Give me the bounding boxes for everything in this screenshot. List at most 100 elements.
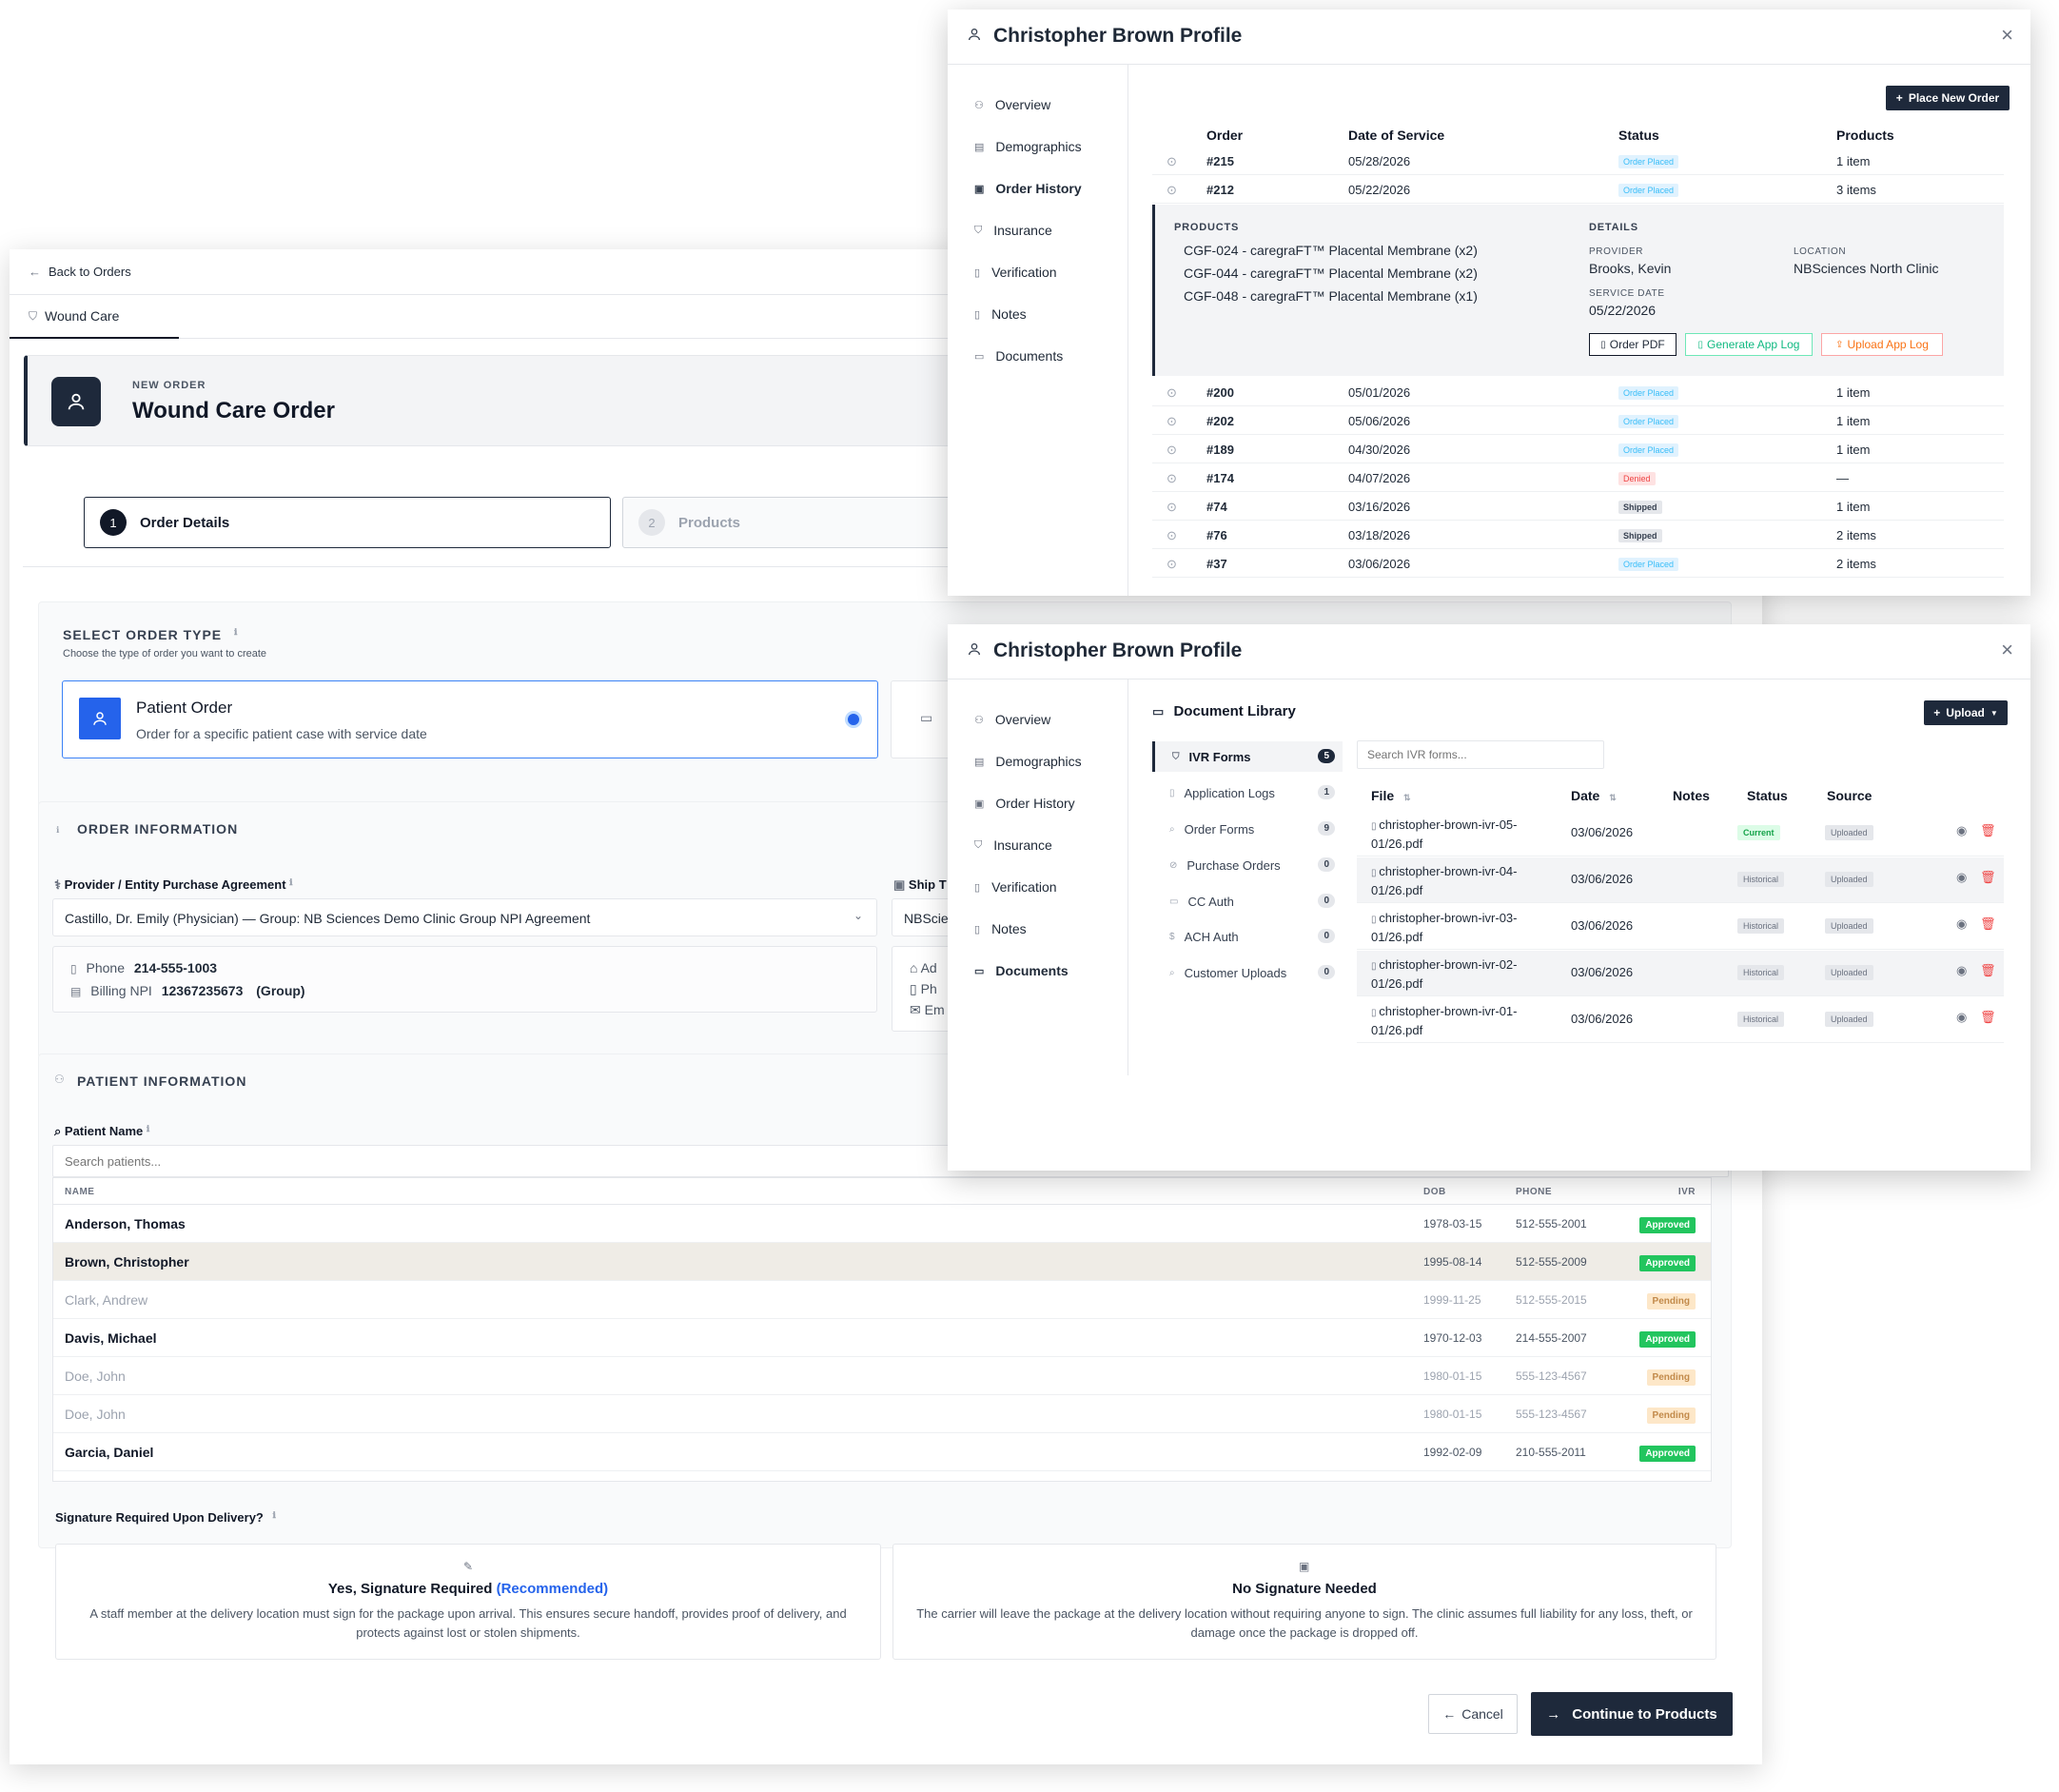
close-icon[interactable]: × xyxy=(2001,23,2013,48)
order-id: #215 xyxy=(1206,154,1234,168)
category-ach-auth[interactable]: $ ACH Auth 0 xyxy=(1152,921,1343,952)
expand-icon[interactable]: ⊙ xyxy=(1167,500,1177,515)
order-row[interactable]: ⊙ #202 05/06/2026 Order Placed 1 item xyxy=(1152,406,2004,435)
file-row[interactable]: ▯ christopher-brown-ivr-02-01/26.pdf 03/0… xyxy=(1357,951,2004,996)
nav-order-history[interactable]: ▣ Order History xyxy=(974,796,1075,811)
nav-insurance[interactable]: ⛉ Insurance xyxy=(974,837,1052,853)
order-row[interactable]: ⊙ #76 03/18/2026 Shipped 2 items xyxy=(1152,521,2004,549)
order-row[interactable]: ⊙ #212 05/22/2026 Order Placed 3 items xyxy=(1152,175,2004,204)
order-row[interactable]: ⊙ #215 05/28/2026 Order Placed 1 item xyxy=(1152,147,2004,175)
note-icon: ▯ xyxy=(974,308,981,321)
col-file-label: File xyxy=(1371,788,1395,803)
expand-icon[interactable]: ⊙ xyxy=(1167,443,1177,458)
table-row[interactable]: Clark, Andrew 1999-11-25 512-555-2015 Pendi… xyxy=(53,1281,1711,1319)
category-cc-auth[interactable]: ▭ CC Auth 0 xyxy=(1152,886,1343,916)
no-signature-option[interactable]: ▣ No Signature Needed The carrier will l… xyxy=(892,1544,1716,1660)
category-application-logs[interactable]: ▯ Application Logs 1 xyxy=(1152,778,1343,808)
expand-icon[interactable]: ⊙ xyxy=(1167,414,1177,429)
hero-kicker: NEW ORDER xyxy=(132,380,206,391)
order-id: #189 xyxy=(1206,443,1234,457)
order-type-subtitle: Choose the type of order you want to cre… xyxy=(63,648,267,660)
table-row[interactable]: Garcia, Daniel 1992-02-09 210-555-2011 Appr… xyxy=(53,1433,1711,1471)
nav-overview[interactable]: ⚇ Overview xyxy=(974,712,1050,727)
nav-notes[interactable]: ▯ Notes xyxy=(974,921,1027,936)
nav-documents[interactable]: ▭ Documents xyxy=(974,963,1069,978)
nav-label: Notes xyxy=(991,306,1027,322)
file-name: christopher-brown-ivr-01-01/26.pdf xyxy=(1371,1004,1518,1037)
order-row[interactable]: ⊙ #189 04/30/2026 Order Placed 1 item xyxy=(1152,435,2004,463)
order-row[interactable]: ⊙ #200 05/01/2026 Order Placed 1 item xyxy=(1152,378,2004,406)
npi-type: (Group) xyxy=(256,983,305,998)
place-new-order-button[interactable]: + Place New Order xyxy=(1886,86,2010,110)
order-pdf-button[interactable]: ▯ Order PDF xyxy=(1589,333,1677,356)
id-card-icon: ▤ xyxy=(974,756,985,768)
order-row[interactable]: ⊙ #74 03/16/2026 Shipped 1 item xyxy=(1152,492,2004,521)
nav-demographics[interactable]: ▤ Demographics xyxy=(974,139,1082,154)
nav-verification[interactable]: ▯ Verification xyxy=(974,265,1057,280)
order-row[interactable]: ⊙ #174 04/07/2026 Denied — xyxy=(1152,463,2004,492)
nav-order-history[interactable]: ▣ Order History xyxy=(974,181,1082,196)
table-row[interactable]: Doe, John 1980-01-15 555-123-4567 Pending xyxy=(53,1395,1711,1433)
patient-order-card[interactable]: Patient Order Order for a specific patie… xyxy=(62,680,878,758)
expand-icon[interactable]: ⊙ xyxy=(1167,154,1177,169)
nav-verification[interactable]: ▯ Verification xyxy=(974,879,1057,895)
expand-icon[interactable]: ⊙ xyxy=(1167,557,1177,572)
trash-icon[interactable]: 🗑 xyxy=(1980,823,1996,838)
trash-icon[interactable]: 🗑 xyxy=(1980,870,1996,885)
table-row[interactable]: Davis, Michael 1970-12-03 214-555-2007 Appr… xyxy=(53,1319,1711,1357)
continue-button[interactable]: → Continue to Products xyxy=(1531,1692,1733,1736)
step-products[interactable]: 2 Products xyxy=(622,497,955,548)
upload-app-log-button[interactable]: ⇪ Upload App Log xyxy=(1821,333,1943,356)
file-row[interactable]: ▯ christopher-brown-ivr-04-01/26.pdf 03/0… xyxy=(1357,857,2004,903)
category-purchase-orders[interactable]: ⊘ Purchase Orders 0 xyxy=(1152,850,1343,880)
order-status: Order Placed xyxy=(1618,558,1679,571)
expand-icon[interactable]: ⊙ xyxy=(1167,183,1177,198)
file-row[interactable]: ▯ christopher-brown-ivr-05-01/26.pdf 03/0… xyxy=(1357,811,2004,857)
table-row[interactable]: Doe, John 1980-01-15 555-123-4567 Pending xyxy=(53,1357,1711,1395)
signature-required-option[interactable]: ✎ Yes, Signature Required (Recommended) … xyxy=(55,1544,881,1660)
expand-icon[interactable]: ⊙ xyxy=(1167,471,1177,486)
tab-wound-care[interactable]: ⛉ Wound Care xyxy=(10,295,179,339)
trash-icon[interactable]: 🗑 xyxy=(1980,916,1996,932)
eye-icon[interactable]: ◉ xyxy=(1956,823,1967,838)
nav-insurance[interactable]: ⛉ Insurance xyxy=(974,223,1052,238)
col-file[interactable]: File ⇅ xyxy=(1371,788,1411,803)
category-customer-uploads[interactable]: ⌕ Customer Uploads 0 xyxy=(1152,957,1343,988)
close-icon[interactable]: × xyxy=(2001,638,2013,662)
order-date: 03/06/2026 xyxy=(1348,557,1411,571)
agreement-select[interactable]: Castillo, Dr. Emily (Physician) — Group:… xyxy=(52,898,877,936)
cancel-button[interactable]: ← Cancel xyxy=(1428,1694,1518,1734)
upload-button[interactable]: + Upload ▼ xyxy=(1924,700,2008,725)
nav-notes[interactable]: ▯ Notes xyxy=(974,306,1027,322)
step-number: 1 xyxy=(100,509,127,536)
step-order-details[interactable]: 1 Order Details xyxy=(84,497,611,548)
category-count: 0 xyxy=(1318,929,1335,943)
expand-icon[interactable]: ⊙ xyxy=(1167,385,1177,401)
arrow-right-icon: → xyxy=(1546,1705,1561,1723)
expand-icon[interactable]: ⊙ xyxy=(1167,528,1177,543)
eye-icon[interactable]: ◉ xyxy=(1956,870,1967,885)
folder-icon: ▭ xyxy=(974,965,985,977)
eye-icon[interactable]: ◉ xyxy=(1956,1010,1967,1025)
collapse-icon[interactable]: ℹ xyxy=(56,825,59,836)
nav-overview[interactable]: ⚇ Overview xyxy=(974,97,1050,112)
table-row[interactable]: Anderson, Thomas 1978-03-15 512-555-2001 Ap… xyxy=(53,1205,1711,1243)
file-row[interactable]: ▯ christopher-brown-ivr-03-01/26.pdf 03/0… xyxy=(1357,904,2004,950)
col-date[interactable]: Date ⇅ xyxy=(1571,788,1617,803)
ivr-search-input[interactable] xyxy=(1357,740,1604,769)
eye-icon[interactable]: ◉ xyxy=(1956,963,1967,978)
trash-icon[interactable]: 🗑 xyxy=(1980,963,1996,978)
nav-demographics[interactable]: ▤ Demographics xyxy=(974,754,1082,769)
generate-app-log-button[interactable]: ▯ Generate App Log xyxy=(1685,333,1813,356)
order-type-heading: SELECT ORDER TYPE xyxy=(63,627,223,642)
order-row[interactable]: ⊙ #37 03/06/2026 Order Placed 2 items xyxy=(1152,549,2004,578)
file-row[interactable]: ▯ christopher-brown-ivr-01-01/26.pdf 03/0… xyxy=(1357,997,2004,1043)
order-products: — xyxy=(1836,471,1849,485)
category-ivr-forms[interactable]: ⛉ IVR Forms 5 xyxy=(1152,741,1343,772)
trash-icon[interactable]: 🗑 xyxy=(1980,1010,1996,1025)
table-row[interactable]: Brown, Christopher 1995-08-14 512-555-2009… xyxy=(53,1243,1711,1281)
category-order-forms[interactable]: ⌕ Order Forms 9 xyxy=(1152,814,1343,844)
eye-icon[interactable]: ◉ xyxy=(1956,916,1967,932)
nav-documents[interactable]: ▭ Documents xyxy=(974,348,1063,364)
folder-icon: ▭ xyxy=(974,350,985,363)
